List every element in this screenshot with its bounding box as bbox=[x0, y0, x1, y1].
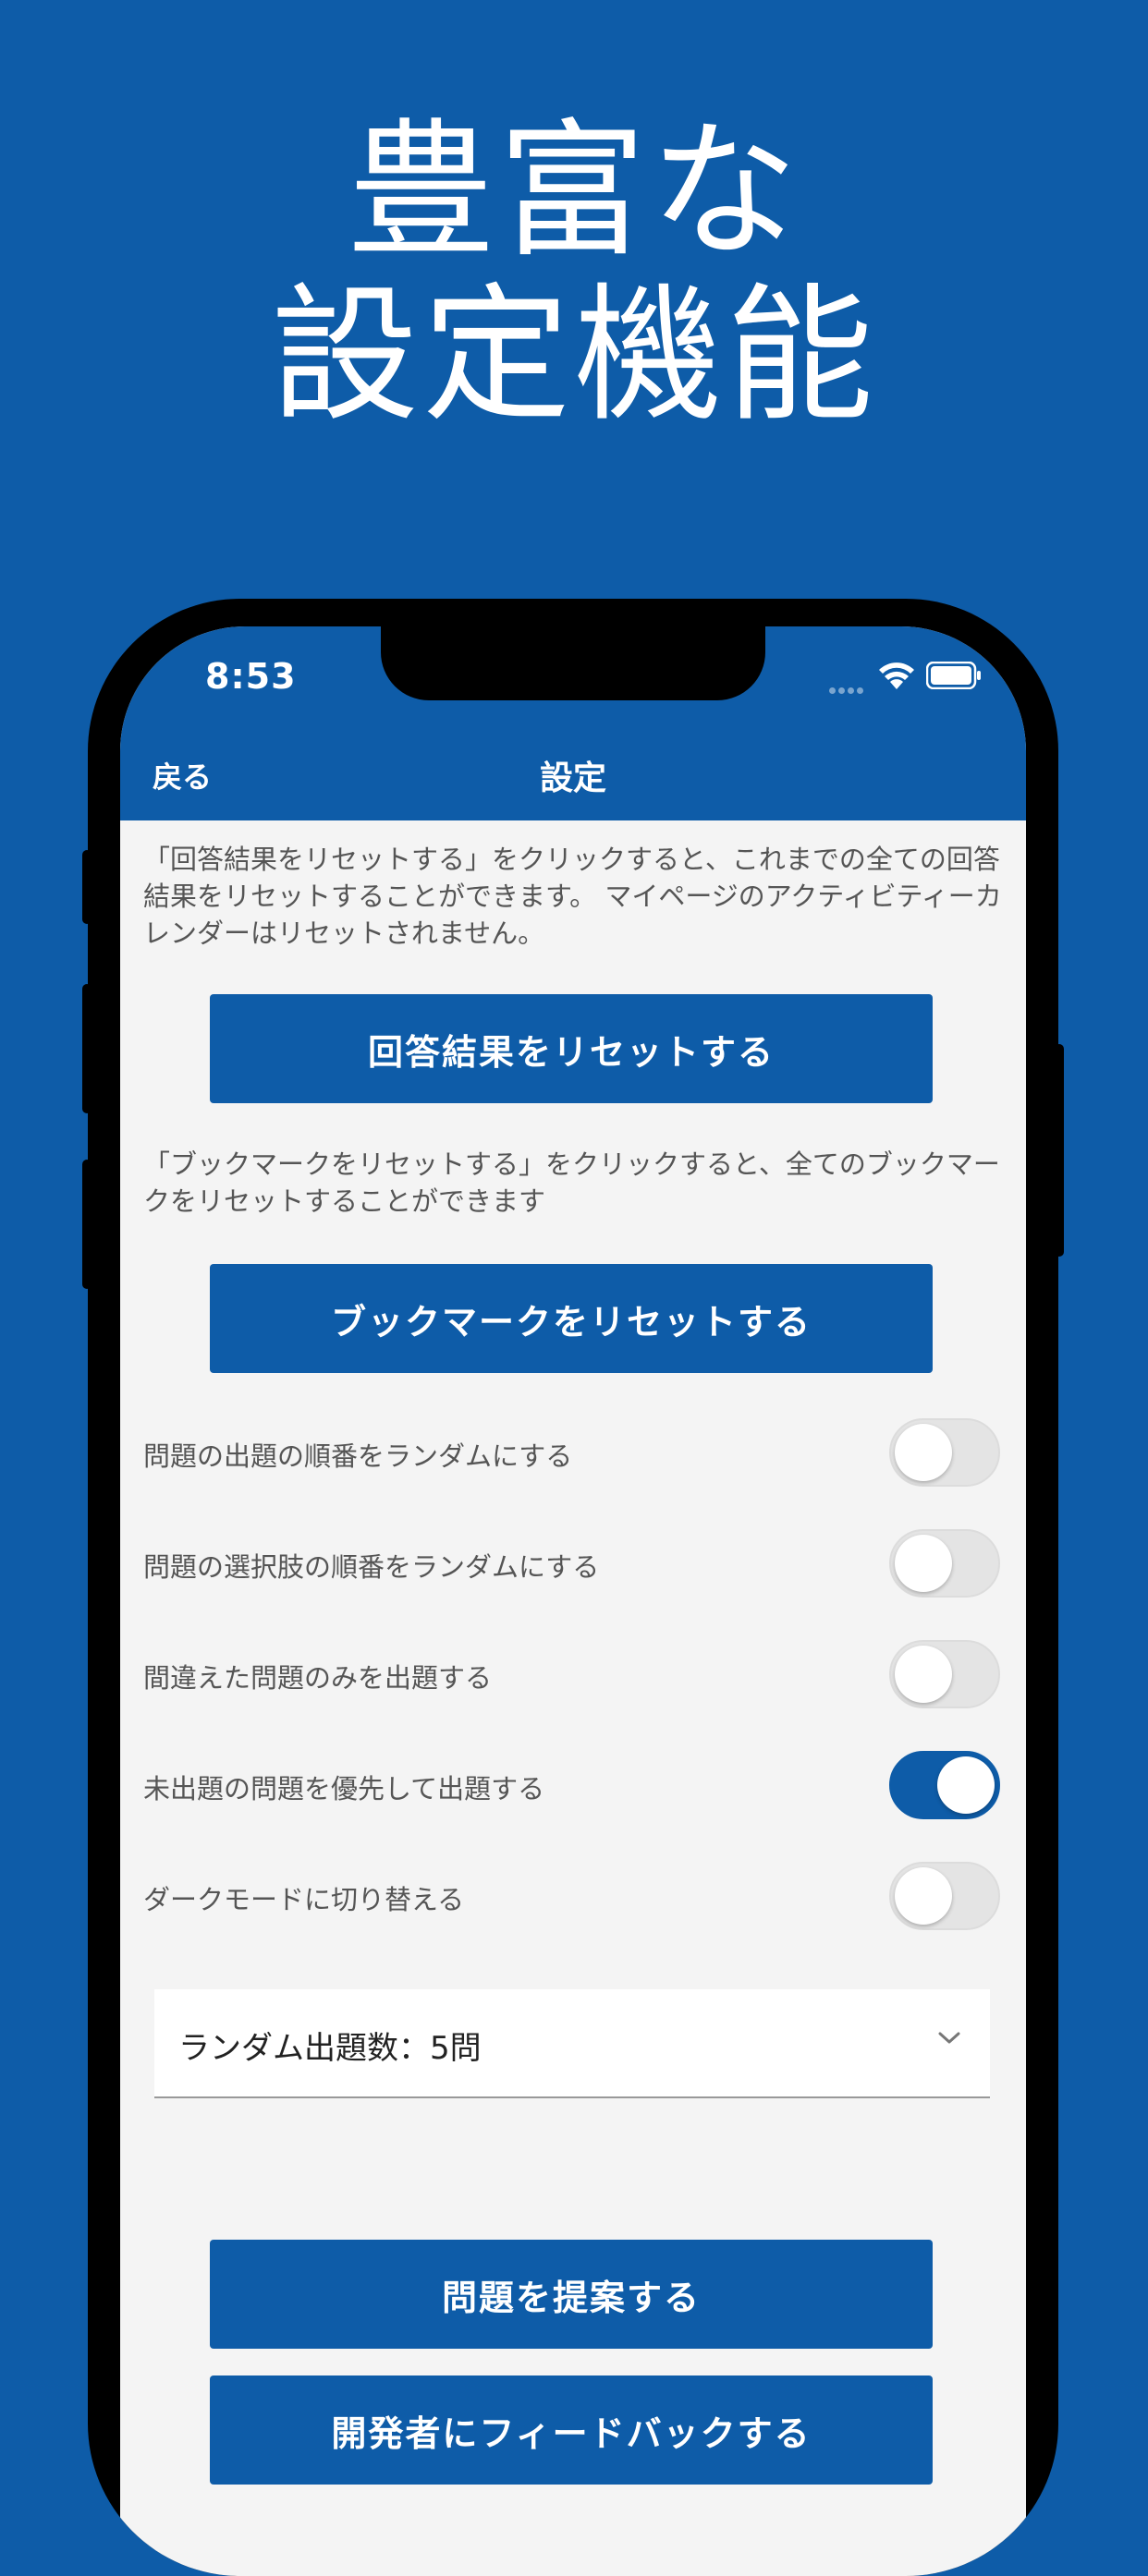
phone-frame: 8:53 戻る 設定 「回答結果をリセットする」をクリックすると、これまでの全て… bbox=[88, 599, 1058, 2576]
reset-results-description: 「回答結果をリセットする」をクリックすると、これまでの全ての回答結果をリセットす… bbox=[143, 844, 1002, 949]
signal-dots-icon bbox=[826, 680, 863, 698]
reset-results-button[interactable]: 回答結果をリセットする bbox=[210, 994, 933, 1103]
setting-row-dark-mode: ダークモードに切り替える bbox=[120, 1862, 1026, 1936]
wifi-icon bbox=[879, 662, 914, 689]
toggle-knob bbox=[895, 1535, 952, 1592]
phone-screen: 8:53 戻る 設定 「回答結果をリセットする」をクリックすると、これまでの全て… bbox=[120, 626, 1026, 2576]
status-time: 8:53 bbox=[205, 656, 297, 697]
headline-line-1: 豊富な bbox=[346, 104, 801, 277]
random-count-select[interactable]: ランダム出題数：5問 bbox=[154, 1989, 990, 2098]
reset-bookmarks-button[interactable]: ブックマークをリセットする bbox=[210, 1264, 933, 1373]
wrong-only-toggle[interactable] bbox=[889, 1640, 1000, 1708]
dark-mode-toggle[interactable] bbox=[889, 1862, 1000, 1930]
status-icons bbox=[797, 660, 982, 697]
setting-label: 問題の出題の順番をランダムにする bbox=[143, 1440, 573, 1472]
random-count-value: ランダム出題数：5問 bbox=[178, 2030, 482, 2067]
setting-row-unanswered-first: 未出題の問題を優先して出題する bbox=[120, 1751, 1026, 1825]
phone-notch bbox=[381, 626, 765, 700]
setting-row-wrong-only: 間違えた問題のみを出題する bbox=[120, 1640, 1026, 1714]
toggle-knob bbox=[895, 1867, 952, 1925]
setting-row-random-choices: 問題の選択肢の順番をランダムにする bbox=[120, 1529, 1026, 1603]
suggest-question-button[interactable]: 問題を提案する bbox=[210, 2240, 933, 2349]
unanswered-first-toggle[interactable] bbox=[889, 1751, 1000, 1819]
battery-icon bbox=[926, 662, 981, 689]
headline-line-2: 設定機能 bbox=[270, 269, 877, 442]
setting-label: 未出題の問題を優先して出題する bbox=[143, 1773, 545, 1804]
toggle-knob bbox=[895, 1424, 952, 1481]
random-order-toggle[interactable] bbox=[889, 1418, 1000, 1487]
random-choices-toggle[interactable] bbox=[889, 1529, 1000, 1598]
promo-headline: 豊富な 設定機能 bbox=[0, 109, 1148, 438]
feedback-button[interactable]: 開発者にフィードバックする bbox=[210, 2376, 933, 2485]
chevron-down-icon bbox=[938, 2032, 960, 2044]
toggle-knob bbox=[895, 1646, 952, 1703]
reset-bookmarks-description: 「ブックマークをリセットする」をクリックすると、全てのブックマークをリセットする… bbox=[143, 1148, 1000, 1217]
page-title: 設定 bbox=[539, 759, 606, 797]
navigation-bar: 8:53 戻る 設定 bbox=[120, 626, 1026, 820]
setting-label: ダークモードに切り替える bbox=[143, 1884, 465, 1915]
setting-row-random-order: 問題の出題の順番をランダムにする bbox=[120, 1418, 1026, 1492]
setting-label: 問題の選択肢の順番をランダムにする bbox=[143, 1551, 600, 1583]
setting-label: 間違えた問題のみを出題する bbox=[143, 1662, 493, 1694]
toggle-knob bbox=[937, 1756, 995, 1814]
